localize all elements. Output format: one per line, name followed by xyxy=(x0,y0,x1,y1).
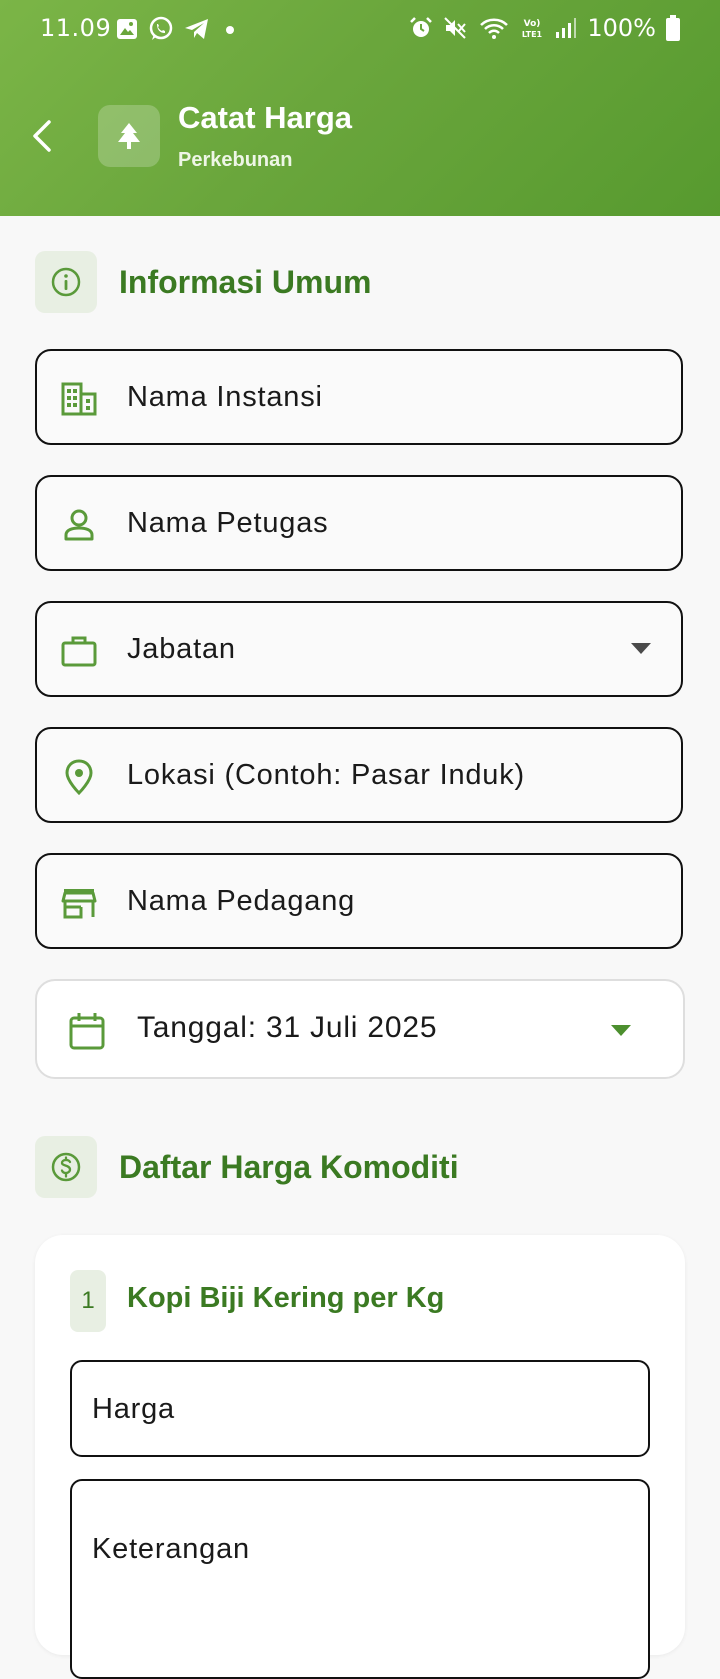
status-system-icons: Vo) LTE1 100% xyxy=(409,14,680,42)
briefcase-icon xyxy=(57,629,101,673)
telegram-icon xyxy=(185,19,208,39)
section-title-prices: Daftar Harga Komoditi xyxy=(119,1148,459,1185)
price-placeholder: Harga xyxy=(92,1393,175,1425)
dropdown-arrow-icon xyxy=(611,1025,631,1036)
pedagang-placeholder: Nama Pedagang xyxy=(127,884,356,917)
person-icon xyxy=(57,503,101,547)
app-header: 11.09 Vo) LTE1 100% Catat Harga Perkebun… xyxy=(0,0,720,216)
note-placeholder: Keterangan xyxy=(92,1533,250,1565)
note-input[interactable]: Keterangan xyxy=(70,1479,650,1679)
tree-icon xyxy=(118,123,140,149)
page-subtitle: Perkebunan xyxy=(178,149,293,171)
svg-text:Vo): Vo) xyxy=(524,19,541,29)
status-time: 11.09 xyxy=(40,14,112,42)
jabatan-placeholder: Jabatan xyxy=(127,632,236,665)
gallery-icon xyxy=(117,19,137,39)
jabatan-dropdown[interactable]: Jabatan xyxy=(35,601,683,697)
date-picker-field[interactable]: Tanggal: 31 Juli 2025 xyxy=(35,979,685,1079)
lokasi-field[interactable]: Lokasi (Contoh: Pasar Induk) xyxy=(35,727,683,823)
petugas-field[interactable]: Nama Petugas xyxy=(35,475,683,571)
dropdown-arrow-icon xyxy=(631,643,651,654)
building-icon xyxy=(57,377,101,421)
mute-icon xyxy=(444,17,467,39)
commodity-number-badge: 1 xyxy=(70,1270,106,1332)
section-title-general: Informasi Umum xyxy=(119,263,372,300)
section-icon-box xyxy=(35,251,97,313)
page-title: Catat Harga xyxy=(178,100,352,135)
dot-icon xyxy=(226,26,234,34)
chevron-left-icon xyxy=(33,120,51,152)
status-notification-icons xyxy=(116,16,240,42)
battery-icon xyxy=(666,15,680,41)
app-icon-badge xyxy=(98,105,160,167)
whatsapp-icon xyxy=(149,16,173,40)
instansi-placeholder: Nama Instansi xyxy=(127,380,323,413)
alarm-icon xyxy=(410,17,433,37)
svg-text:LTE1: LTE1 xyxy=(522,30,543,39)
price-input[interactable]: Harga xyxy=(70,1360,650,1457)
store-icon xyxy=(57,881,101,925)
volte-icon: Vo) LTE1 xyxy=(522,19,543,39)
calendar-icon xyxy=(65,1009,109,1053)
section-header-general: Informasi Umum xyxy=(35,251,371,313)
dollar-circle-icon xyxy=(51,1152,81,1182)
wifi-icon xyxy=(480,18,509,39)
location-pin-icon xyxy=(57,755,101,799)
status-bar: 11.09 Vo) LTE1 100% xyxy=(0,0,720,58)
battery-percentage: 100% xyxy=(587,14,656,42)
instansi-field[interactable]: Nama Instansi xyxy=(35,349,683,445)
date-value: Tanggal: 31 Juli 2025 xyxy=(137,1011,438,1044)
section-header-prices: Daftar Harga Komoditi xyxy=(35,1136,459,1198)
back-button[interactable] xyxy=(22,112,62,160)
lokasi-placeholder: Lokasi (Contoh: Pasar Induk) xyxy=(127,758,525,791)
signal-icon xyxy=(556,18,577,38)
commodity-name: Kopi Biji Kering per Kg xyxy=(127,1282,445,1314)
pedagang-field[interactable]: Nama Pedagang xyxy=(35,853,683,949)
info-icon xyxy=(51,267,81,297)
section-icon-box xyxy=(35,1136,97,1198)
petugas-placeholder: Nama Petugas xyxy=(127,506,329,539)
